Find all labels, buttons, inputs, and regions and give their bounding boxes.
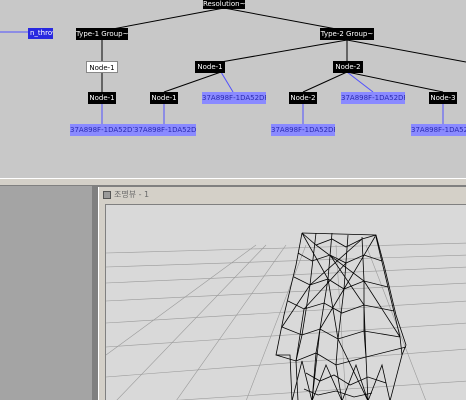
- tree-node-group2[interactable]: Type-2 Group~: [320, 28, 374, 40]
- tree-leaf-6[interactable]: 37A898F-1DA52DF: [411, 124, 466, 136]
- tree-leaf-5[interactable]: 37A898F-1DA52DF: [341, 92, 405, 104]
- tree-node-g2-node2[interactable]: Node-2: [333, 61, 363, 73]
- tree-leaf-4[interactable]: 37A898F-1DA52DF: [271, 124, 335, 136]
- wireframe-mesh: [275, 232, 407, 400]
- tree-node-g1-child-b[interactable]: Node-1: [150, 92, 178, 104]
- tree-node-side[interactable]: n_throw: [28, 28, 53, 39]
- tree-node-g2-child-a[interactable]: Node-2: [289, 92, 317, 104]
- node-tree-pane[interactable]: Resolution~ n_throw Type-1 Group~ Type-2…: [0, 0, 466, 178]
- tree-node-root[interactable]: Resolution~: [203, 0, 245, 9]
- edge-leaf3: [220, 71, 234, 93]
- edge-g2-offscreen: [346, 39, 466, 63]
- tree-leaf-3[interactable]: 37A898F-1DA52DF: [202, 92, 266, 104]
- left-panel: [0, 186, 92, 400]
- tree-leaf-2[interactable]: 37A898F-1DA52DF: [134, 124, 196, 136]
- edge-g2-node1: [220, 39, 348, 63]
- window-icon: [103, 191, 111, 199]
- edge-n2-childa: [302, 71, 348, 93]
- viewport-window[interactable]: 조명뷰 - 1: [98, 187, 466, 400]
- tree-node-group1[interactable]: Type-1 Group~: [76, 28, 128, 40]
- tree-node-g2-child-b[interactable]: Node-3: [429, 92, 457, 104]
- tree-node-g1-node1[interactable]: Node-1: [86, 61, 118, 73]
- viewport-title: 조명뷰 - 1: [114, 190, 150, 199]
- tree-node-g2-node1[interactable]: Node-1: [195, 61, 225, 73]
- viewport-titlebar[interactable]: 조명뷰 - 1: [99, 187, 466, 203]
- tree-node-g1-child-a[interactable]: Node-1: [88, 92, 116, 104]
- viewport-3d-canvas[interactable]: [105, 204, 466, 400]
- edge-n2-childb: [346, 71, 444, 93]
- tree-leaf-1[interactable]: 37A898F-1DA52D7: [70, 124, 134, 136]
- wireframe-scene: [106, 232, 466, 400]
- tree-connectors: [0, 7, 466, 124]
- horizontal-splitter[interactable]: [0, 178, 466, 186]
- edge-n1-childa: [163, 71, 222, 93]
